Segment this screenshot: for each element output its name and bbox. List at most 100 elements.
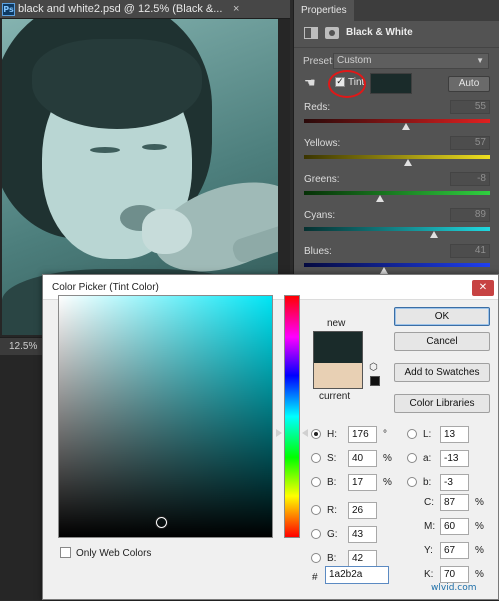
slider-value-input[interactable]: -8 [450,172,490,186]
hue-slider[interactable] [284,295,300,538]
web-safe-swatch-icon[interactable] [370,376,380,386]
rgb-label: G: [327,529,338,540]
color-libraries-button[interactable]: Color Libraries [394,394,490,413]
slider-value-input[interactable]: 55 [450,100,490,114]
hue-slider-handle-left[interactable] [276,429,282,437]
slider-value-input[interactable]: 89 [450,208,490,222]
rgb-label: B: [327,553,337,564]
divider [294,47,499,48]
hsb-label: B: [327,477,337,488]
cmyk-input[interactable]: 60 [440,518,469,535]
targeted-adjustment-hand-icon[interactable]: ☚ [304,76,316,91]
color-field-marker[interactable] [156,517,167,528]
cmyk-label: Y: [424,545,433,556]
lab-input[interactable]: 13 [440,426,469,443]
slider-thumb[interactable] [404,159,413,166]
slider-label: Blues: [304,246,332,257]
cancel-button[interactable]: Cancel [394,332,490,351]
rgb-input[interactable]: 26 [348,502,377,519]
layer-mask-icon[interactable] [325,27,339,39]
cmyk-label: K: [424,569,434,580]
only-web-colors-checkbox[interactable] [60,547,71,558]
color-field[interactable] [58,295,273,538]
cmyk-input[interactable]: 70 [440,566,469,583]
cmyk-label: C: [424,497,434,508]
rgb-input[interactable]: 42 [348,550,377,567]
color-field-black [59,296,272,537]
lab-label: L: [423,429,432,440]
close-document-icon[interactable]: × [233,0,239,18]
hsb-label: S: [327,453,337,464]
slider-thumb[interactable] [430,231,439,238]
hsb-input[interactable]: 176 [348,426,377,443]
preset-select[interactable]: Custom ▼ [333,53,489,69]
color-picker-dialog: Color Picker (Tint Color) ✕ new current … [42,274,499,600]
slider-label: Yellows: [304,138,341,149]
ok-button[interactable]: OK [394,307,490,326]
slider-track[interactable] [304,263,490,267]
rgb-radio[interactable] [311,505,321,515]
cmyk-input[interactable]: 87 [440,494,469,511]
slider-label: Greens: [304,174,340,185]
slider-track[interactable] [304,227,490,231]
slider-thumb[interactable] [402,123,411,130]
lab-input[interactable]: -3 [440,474,469,491]
photo-eye [142,144,167,150]
slider-track[interactable] [304,191,490,195]
cmyk-label: M: [424,521,436,532]
photoshop-icon: Ps [2,3,15,16]
lab-radio[interactable] [407,477,417,487]
current-label: current [319,391,351,402]
properties-tab-bar: Properties [294,0,499,21]
cmyk-unit: % [475,521,484,532]
hsb-unit: % [383,477,392,488]
add-to-swatches-button[interactable]: Add to Swatches [394,363,490,382]
slider-track[interactable] [304,119,490,123]
rgb-radio[interactable] [311,553,321,563]
out-of-gamut-cube-icon[interactable]: ⬡ [369,362,378,373]
rgb-radio[interactable] [311,529,321,539]
hue-slider-handle-right[interactable] [302,429,308,437]
slider-label: Reds: [304,102,331,113]
slider-thumb[interactable] [379,267,388,274]
lab-label: b: [423,477,432,488]
hsb-input[interactable]: 17 [348,474,377,491]
hsb-radio[interactable] [311,429,321,439]
only-web-colors-label: Only Web Colors [76,548,152,559]
adjustment-title: Black & White [346,27,413,38]
cmyk-input[interactable]: 67 [440,542,469,559]
hsb-label: H: [327,429,337,440]
annotation-circle [328,70,366,98]
document-tab[interactable]: Ps black and white2.psd @ 12.5% (Black &… [0,0,290,19]
lab-input[interactable]: -13 [440,450,469,467]
rgb-input[interactable]: 43 [348,526,377,543]
hsb-radio[interactable] [311,453,321,463]
hsb-radio[interactable] [311,477,321,487]
chevron-down-icon: ▼ [476,56,484,65]
hsb-unit: ° [383,429,387,440]
lab-radio[interactable] [407,453,417,463]
new-color-swatch [313,331,363,363]
auto-button[interactable]: Auto [448,76,490,92]
slider-label: Cyans: [304,210,336,221]
slider-track[interactable] [304,155,490,159]
cmyk-unit: % [475,545,484,556]
preset-value: Custom [337,55,372,66]
adjustment-layer-icon[interactable] [304,27,318,39]
cmyk-unit: % [475,497,484,508]
photo-tongue [142,209,192,254]
slider-value-input[interactable]: 57 [450,136,490,150]
lab-label: a: [423,453,432,464]
hsb-input[interactable]: 40 [348,450,377,467]
photo-eye [90,147,120,153]
hsb-unit: % [383,453,392,464]
tint-color-swatch[interactable] [370,73,412,94]
lab-radio[interactable] [407,429,417,439]
new-label: new [327,318,346,329]
photo-bangs [32,39,202,129]
current-color-swatch[interactable] [313,363,363,389]
hex-input[interactable]: 1a2b2a [325,566,389,584]
tab-properties[interactable]: Properties [294,0,354,21]
slider-thumb[interactable] [376,195,385,202]
slider-value-input[interactable]: 41 [450,244,490,258]
